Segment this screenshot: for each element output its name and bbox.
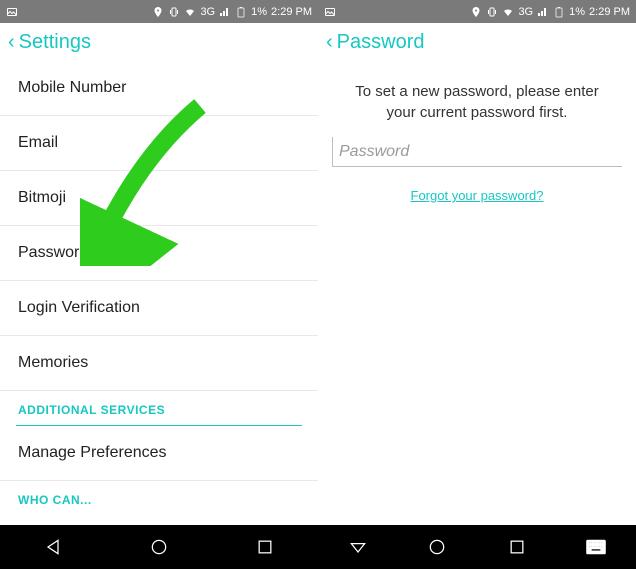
settings-item-memories[interactable]: Memories	[0, 336, 318, 390]
wifi-icon	[184, 6, 196, 18]
section-who-can: WHO CAN...	[0, 481, 318, 515]
settings-item-login-verification[interactable]: Login Verification	[0, 281, 318, 335]
nav-recent-icon[interactable]	[507, 537, 527, 557]
back-icon[interactable]: ‹	[326, 31, 333, 54]
network-indicator: 3G	[518, 6, 533, 18]
clock: 2:29 PM	[589, 6, 630, 18]
signal-icon	[537, 6, 549, 18]
wifi-icon	[502, 6, 514, 18]
battery-icon	[235, 6, 247, 18]
android-navbar	[318, 525, 636, 569]
vibrate-icon	[168, 6, 180, 18]
nav-back-icon[interactable]	[43, 537, 63, 557]
header-title: Password	[337, 31, 425, 54]
vibrate-icon	[486, 6, 498, 18]
nav-back-down-icon[interactable]	[348, 537, 368, 557]
battery-percent: 1%	[569, 6, 585, 18]
settings-item-password[interactable]: Password	[0, 226, 318, 280]
nav-home-icon[interactable]	[427, 537, 447, 557]
settings-header: ‹ Settings	[0, 23, 318, 61]
password-input[interactable]	[332, 137, 622, 167]
image-icon	[6, 6, 18, 18]
nav-home-icon[interactable]	[149, 537, 169, 557]
settings-item-bitmoji[interactable]: Bitmoji	[0, 171, 318, 225]
password-header: ‹ Password	[318, 23, 636, 61]
keyboard-icon[interactable]	[586, 537, 606, 557]
clock: 2:29 PM	[271, 6, 312, 18]
settings-item-email[interactable]: Email	[0, 116, 318, 170]
settings-item-mobile-number[interactable]: Mobile Number	[0, 61, 318, 115]
location-icon	[470, 6, 482, 18]
settings-item-manage-preferences[interactable]: Manage Preferences	[0, 426, 318, 480]
network-indicator: 3G	[200, 6, 215, 18]
signal-icon	[219, 6, 231, 18]
statusbar: 3G 1% 2:29 PM	[0, 0, 318, 23]
section-additional-services: ADDITIONAL SERVICES	[0, 391, 318, 425]
battery-percent: 1%	[251, 6, 267, 18]
location-icon	[152, 6, 164, 18]
android-navbar	[0, 525, 318, 569]
image-icon	[324, 6, 336, 18]
back-icon[interactable]: ‹	[8, 31, 15, 54]
password-instruction: To set a new password, please enter your…	[318, 61, 636, 137]
header-title: Settings	[19, 31, 91, 54]
statusbar: 3G 1% 2:29 PM	[318, 0, 636, 23]
nav-recent-icon[interactable]	[255, 537, 275, 557]
battery-icon	[553, 6, 565, 18]
forgot-password-link[interactable]: Forgot your password?	[411, 188, 544, 203]
